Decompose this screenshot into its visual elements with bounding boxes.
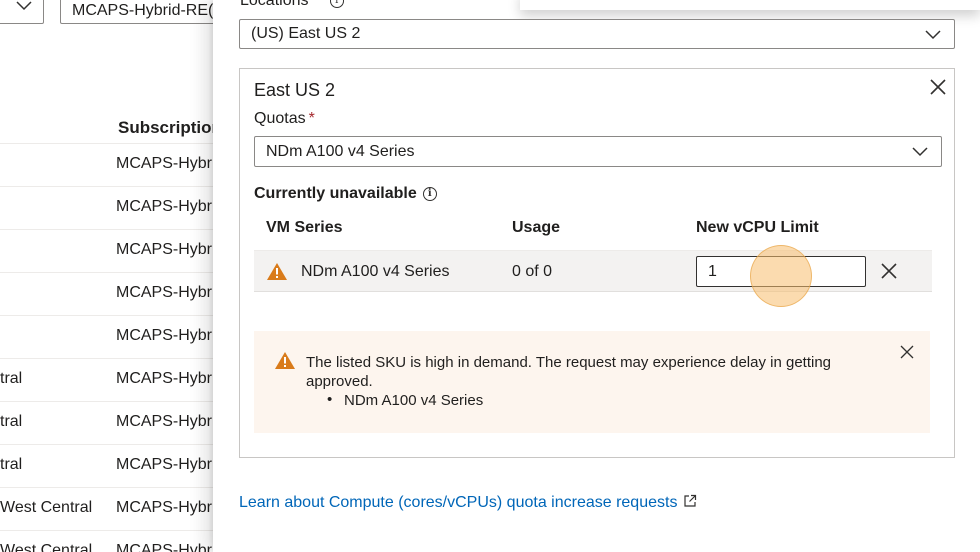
locations-label: Locations * i — [240, 0, 344, 10]
overlay-popup-edge — [520, 0, 980, 10]
region-cell: tral — [0, 370, 23, 387]
subscription-cell: MCAPS-Hybr — [116, 241, 213, 258]
click-indicator — [750, 245, 812, 307]
quotas-dropdown[interactable]: NDm A100 v4 Series — [254, 136, 942, 167]
currently-unavailable-heading: Currently unavailable i — [254, 185, 437, 203]
warning-icon — [275, 352, 295, 369]
usage-cell: 0 of 0 — [512, 263, 553, 280]
warning-message: The listed SKU is high in demand. The re… — [306, 354, 832, 390]
chevron-down-icon — [925, 30, 941, 40]
table-row[interactable]: MCAPS-Hybr — [0, 316, 215, 359]
subscription-cell: MCAPS-Hybr — [116, 456, 213, 473]
warning-list-item: NDm A100 v4 Series — [327, 391, 483, 409]
required-mark: * — [311, 0, 318, 9]
table-row[interactable]: MCAPS-Hybr — [0, 273, 215, 316]
usage-header: Usage — [512, 219, 561, 236]
close-icon[interactable] — [880, 262, 898, 280]
background-page: MCAPS-Hybrid-RE( Subscription MCAPS-Hybr… — [0, 0, 215, 552]
vm-series-header: VM Series — [266, 219, 343, 236]
locations-selected-value: (US) East US 2 — [251, 25, 361, 42]
new-vcpu-limit-header: New vCPU Limit — [696, 219, 819, 236]
quotas-label: Quotas * — [254, 110, 315, 128]
vm-series-cell: NDm A100 v4 Series — [301, 263, 450, 280]
subscription-cell: MCAPS-Hybr — [116, 370, 213, 387]
table-row[interactable]: MCAPS-Hybr — [0, 230, 215, 273]
region-cell: West Central — [0, 542, 93, 552]
high-demand-warning: The listed SKU is high in demand. The re… — [254, 331, 930, 433]
table-row[interactable]: tral MCAPS-Hybr — [0, 359, 215, 402]
subscription-cell: MCAPS-Hybr — [116, 155, 213, 172]
subscription-cell: MCAPS-Hybr — [116, 327, 213, 344]
currently-unavailable-text: Currently unavailable — [254, 185, 417, 202]
region-card-title: East US 2 — [254, 80, 336, 100]
scope-dropdown[interactable] — [0, 0, 44, 24]
region-card: East US 2 Quotas * NDm A100 v4 Series Cur… — [239, 68, 955, 458]
quotas-label-text: Quotas — [254, 110, 306, 127]
quota-table-header: VM Series Usage New vCPU Limit — [254, 217, 932, 249]
close-icon[interactable] — [900, 345, 914, 359]
warning-icon — [267, 263, 287, 280]
info-icon[interactable]: i — [329, 0, 344, 8]
subscription-cell: MCAPS-Hybr — [116, 284, 213, 301]
info-icon[interactable]: i — [422, 186, 437, 201]
quota-increase-learn-link[interactable]: Learn about Compute (cores/vCPUs) quota … — [239, 494, 697, 512]
table-row[interactable]: tral MCAPS-Hybr — [0, 402, 215, 445]
locations-label-text: Locations — [240, 0, 309, 9]
table-row: NDm A100 v4 Series 0 of 0 — [254, 250, 932, 292]
subscription-cell: MCAPS-Hybr — [116, 499, 213, 516]
chevron-down-icon — [912, 147, 928, 157]
required-mark: * — [308, 110, 315, 127]
table-row[interactable]: West Central MCAPS-Hybr — [0, 531, 215, 552]
subscription-cell: MCAPS-Hybr — [116, 542, 213, 552]
region-cell: tral — [0, 456, 23, 473]
background-table: MCAPS-Hybr MCAPS-Hybr MCAPS-Hybr MCAPS-H… — [0, 143, 215, 552]
table-row[interactable]: tral MCAPS-Hybr — [0, 445, 215, 488]
locations-dropdown[interactable]: (US) East US 2 — [239, 19, 955, 49]
table-row[interactable]: MCAPS-Hybr — [0, 187, 215, 230]
close-icon[interactable] — [928, 77, 948, 97]
quotas-selected-value: NDm A100 v4 Series — [266, 143, 415, 160]
region-cell: West Central — [0, 499, 93, 516]
region-cell: tral — [0, 413, 23, 430]
chevron-down-icon — [16, 1, 32, 11]
subscription-filter[interactable]: MCAPS-Hybrid-RE( — [60, 0, 215, 24]
external-link-icon — [684, 494, 697, 507]
subscription-cell: MCAPS-Hybr — [116, 413, 213, 430]
learn-link-text: Learn about Compute (cores/vCPUs) quota … — [239, 494, 678, 511]
subscription-cell: MCAPS-Hybr — [116, 198, 213, 215]
table-row[interactable]: MCAPS-Hybr — [0, 143, 215, 187]
subscription-column-header[interactable]: Subscription — [118, 118, 215, 138]
table-row[interactable]: West Central MCAPS-Hybr — [0, 488, 215, 531]
